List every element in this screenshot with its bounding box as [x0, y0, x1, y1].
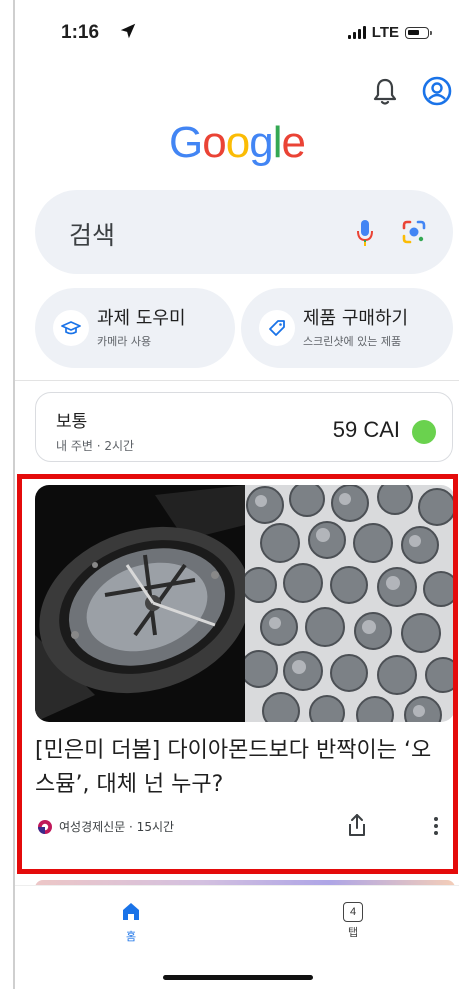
osmium-crystals-photo — [245, 485, 455, 722]
google-logo: Google — [15, 118, 459, 168]
chip-title: 제품 구매하기 — [303, 308, 409, 329]
tag-icon — [269, 320, 285, 336]
section-divider — [15, 380, 459, 381]
shop-product-chip[interactable]: 제품 구매하기 스크린샷에 있는 제품 — [241, 288, 453, 368]
status-indicators: LTE — [347, 24, 432, 41]
chip-subtitle: 스크린샷에 있는 제품 — [303, 335, 402, 348]
news-thumbnail[interactable] — [35, 485, 455, 722]
search-placeholder[interactable]: 검색 — [69, 216, 115, 252]
more-options-icon[interactable] — [433, 816, 439, 836]
graduation-cap-icon — [61, 321, 81, 335]
tab-count-icon: 4 — [343, 902, 363, 922]
google-lens-icon[interactable] — [400, 218, 428, 246]
air-quality-card[interactable]: 보통 내 주변 · 2시간 59 CAI — [35, 392, 453, 462]
news-headline[interactable]: [민은미 더봄] 다이아몬드보다 반짝이는 ‘오스뮴’, 대체 넌 누구? — [35, 734, 451, 802]
battery-icon — [405, 26, 432, 39]
location-arrow-icon — [120, 23, 136, 39]
status-time: 1:16 — [61, 22, 100, 43]
account-icon[interactable] — [422, 76, 452, 106]
microphone-icon[interactable] — [355, 218, 375, 248]
air-quality-value: 59 CAI — [332, 417, 400, 442]
phone-screen: 1:16 LTE Google 검색 과제 도우미 카메라 사용 제품 구매하기… — [13, 0, 459, 989]
bottom-navigation: 홈 4 탭 — [15, 885, 459, 989]
notification-bell-icon[interactable] — [372, 76, 398, 106]
logo-letter: l — [272, 118, 283, 167]
chip-title: 과제 도우미 — [97, 308, 186, 329]
air-quality-indicator — [412, 420, 436, 444]
homework-helper-chip[interactable]: 과제 도우미 카메라 사용 — [35, 288, 235, 368]
logo-letter: o — [225, 118, 251, 167]
air-quality-status: 보통 — [56, 412, 88, 432]
home-indicator[interactable] — [163, 975, 313, 980]
share-icon[interactable] — [345, 812, 369, 838]
search-bar[interactable]: 검색 — [35, 190, 453, 274]
chip-subtitle: 카메라 사용 — [97, 335, 152, 348]
nav-tabs-label: 탭 — [347, 926, 359, 939]
chip-icon-container — [259, 310, 295, 346]
logo-letter: o — [202, 118, 227, 167]
nav-tabs[interactable]: 4 탭 — [333, 900, 373, 940]
news-source: 여성경제신문 · 15시간 — [59, 820, 175, 834]
chip-icon-container — [53, 310, 89, 346]
watch-photo — [35, 485, 245, 722]
logo-letter: G — [169, 118, 203, 167]
publisher-logo-icon — [38, 820, 52, 834]
home-icon — [123, 903, 139, 920]
news-card[interactable]: [민은미 더봄] 다이아몬드보다 반짝이는 ‘오스뮴’, 대체 넌 누구? 여성… — [15, 472, 459, 874]
nav-home-label: 홈 — [125, 930, 137, 943]
signal-icon — [347, 26, 366, 39]
air-quality-subtitle: 내 주변 · 2시간 — [56, 439, 135, 453]
status-bar: 1:16 LTE — [15, 0, 459, 60]
network-type: LTE — [371, 24, 399, 41]
nav-home[interactable]: 홈 — [111, 900, 151, 944]
logo-letter: e — [281, 118, 306, 167]
logo-letter: g — [249, 118, 274, 167]
